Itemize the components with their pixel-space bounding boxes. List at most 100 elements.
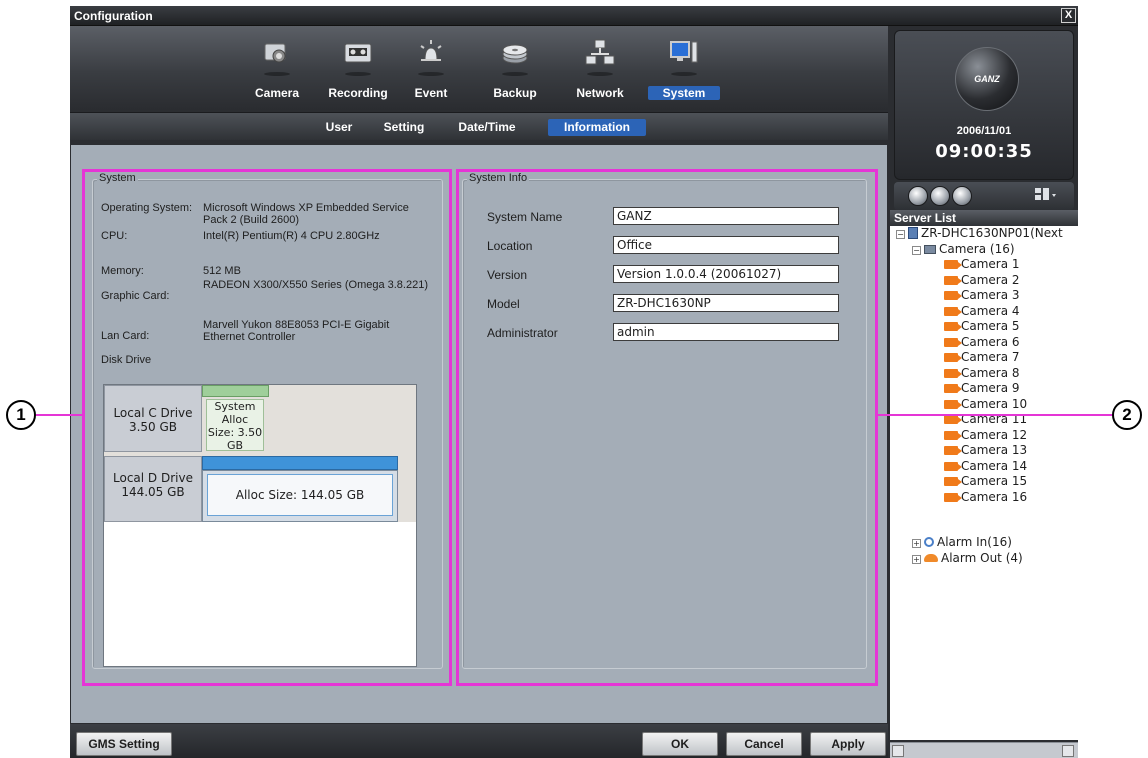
search-icon[interactable] xyxy=(930,186,950,206)
camera-icon xyxy=(944,461,962,471)
tree-camera-item[interactable]: Camera 15 xyxy=(944,474,1027,489)
nav-event[interactable]: Event xyxy=(401,26,461,110)
tree-camera-item[interactable]: Camera 13 xyxy=(944,443,1027,458)
camera-icon xyxy=(944,275,962,285)
tree-alarm-in[interactable]: Alarm In(16) xyxy=(924,535,1012,550)
tree-camera-label: Camera 3 xyxy=(961,288,1020,302)
globe-logo-icon: GANZ xyxy=(955,47,1019,111)
tree-camera-label: Camera 1 xyxy=(961,257,1020,271)
apply-button[interactable]: Apply xyxy=(810,732,886,756)
tab-user[interactable]: User xyxy=(318,119,360,136)
ok-button[interactable]: OK xyxy=(642,732,718,756)
camera-icon xyxy=(944,477,962,486)
system-highlight-box xyxy=(82,169,452,686)
tree-camera-item[interactable]: Camera 1 xyxy=(944,257,1020,272)
tree-camera-item[interactable]: Camera 14 xyxy=(944,459,1027,474)
nav-backup[interactable]: Backup xyxy=(481,26,549,110)
globe-icon[interactable] xyxy=(952,186,972,206)
expand-server-icon[interactable]: − xyxy=(896,230,905,239)
tree-alarm-out-label: Alarm Out (4) xyxy=(941,551,1023,565)
top-nav: Camera Recording Event Backup Network Sy… xyxy=(70,26,888,110)
camera-icon xyxy=(264,43,286,63)
expand-camera-group-icon[interactable]: − xyxy=(912,246,921,255)
tree-camera-item[interactable]: Camera 12 xyxy=(944,428,1027,443)
callout-2-line xyxy=(878,414,1112,416)
tree-camera-label: Camera 15 xyxy=(961,474,1028,488)
camera-icon xyxy=(944,492,962,502)
camera-icon xyxy=(944,353,962,362)
callout-1: 1 xyxy=(6,400,36,430)
tree-camera-item[interactable]: Camera 8 xyxy=(944,366,1020,381)
alarm-in-icon xyxy=(924,537,934,547)
expand-alarm-in-icon[interactable]: + xyxy=(912,539,921,548)
sub-nav: User Setting Date/Time Information xyxy=(70,112,888,140)
clock-panel: GANZ 2006/11/01 09:00:35 xyxy=(894,30,1074,180)
bottom-bar: GMS Setting OK Cancel Apply xyxy=(70,724,888,758)
camera-icon xyxy=(944,291,962,300)
record-icon[interactable] xyxy=(908,186,928,206)
tree-server[interactable]: ZR-DHC1630NP01(Next xyxy=(908,226,1063,241)
camera-icon xyxy=(944,260,962,269)
callout-2: 2 xyxy=(1112,400,1142,430)
camera-icon xyxy=(944,415,962,424)
server-list-header: Server List xyxy=(890,210,1078,226)
tab-date-time[interactable]: Date/Time xyxy=(454,119,520,136)
layout-icon[interactable] xyxy=(1034,186,1058,206)
nav-recording[interactable]: Recording xyxy=(319,26,397,110)
close-button[interactable]: X xyxy=(1061,8,1076,23)
tree-camera-label: Camera 13 xyxy=(961,443,1028,457)
tree-camera-item[interactable]: Camera 6 xyxy=(944,335,1020,350)
tree-camera-label: Camera 8 xyxy=(961,365,1020,380)
tree-camera-group-label: Camera (16) xyxy=(939,242,1015,256)
tab-information[interactable]: Information xyxy=(548,119,646,136)
nav-recording-label: Recording xyxy=(328,86,388,100)
tree-camera-item[interactable]: Camera 4 xyxy=(944,304,1020,319)
camera-icon xyxy=(944,337,962,347)
tree-camera-item[interactable]: Camera 7 xyxy=(944,350,1020,365)
tree-camera-label: Camera 9 xyxy=(961,381,1020,395)
nav-camera-label: Camera xyxy=(254,86,300,100)
tree-horizontal-scrollbar[interactable] xyxy=(890,742,1078,758)
tape-icon xyxy=(344,43,372,63)
tree-camera-item[interactable]: Camera 9 xyxy=(944,381,1020,396)
tab-setting[interactable]: Setting xyxy=(376,119,432,136)
tree-camera-item[interactable]: Camera 3 xyxy=(944,288,1020,303)
server-tree: − ZR-DHC1630NP01(Next − Camera (16) Came… xyxy=(890,226,1078,740)
gms-setting-button[interactable]: GMS Setting xyxy=(76,732,172,756)
brand-logo-text: GANZ xyxy=(974,74,1000,84)
scroll-right-icon[interactable] xyxy=(1062,745,1074,757)
callout-1-line xyxy=(36,414,84,416)
expand-alarm-out-icon[interactable]: + xyxy=(912,555,921,564)
camera-icon xyxy=(944,306,962,316)
network-icon xyxy=(585,39,615,65)
clock-time: 09:00:35 xyxy=(935,141,1033,162)
alarm-icon xyxy=(420,40,442,61)
camera-icon xyxy=(944,322,962,331)
tree-camera-item[interactable]: Camera 10 xyxy=(944,397,1027,412)
tree-camera-label: Camera 7 xyxy=(961,350,1020,364)
nav-system[interactable]: System xyxy=(646,26,722,110)
tree-camera-item[interactable]: Camera 2 xyxy=(944,273,1020,288)
tree-camera-item[interactable]: Camera 16 xyxy=(944,490,1027,505)
tree-camera-label: Camera 5 xyxy=(961,319,1020,333)
scroll-left-icon[interactable] xyxy=(892,745,904,757)
tree-camera-label: Camera 10 xyxy=(961,396,1028,411)
system-info-highlight-box xyxy=(456,169,878,686)
nav-backup-label: Backup xyxy=(493,86,537,100)
nav-camera[interactable]: Camera xyxy=(240,26,314,110)
nav-network[interactable]: Network xyxy=(565,26,635,110)
disc-icon xyxy=(502,44,528,64)
tree-camera-item[interactable]: Camera 5 xyxy=(944,319,1020,334)
camera-group-icon xyxy=(924,245,936,254)
tree-camera-group[interactable]: Camera (16) xyxy=(924,242,1015,257)
nav-event-label: Event xyxy=(414,86,448,100)
camera-icon xyxy=(944,384,962,393)
cancel-button[interactable]: Cancel xyxy=(726,732,802,756)
tree-alarm-out[interactable]: Alarm Out (4) xyxy=(924,551,1023,566)
tree-camera-label: Camera 16 xyxy=(961,489,1028,504)
tree-alarm-in-label: Alarm In(16) xyxy=(937,535,1012,549)
tree-server-label: ZR-DHC1630NP01(Next xyxy=(921,226,1063,240)
camera-icon xyxy=(944,430,962,440)
tree-camera-label: Camera 2 xyxy=(961,272,1020,287)
camera-icon xyxy=(944,368,962,378)
